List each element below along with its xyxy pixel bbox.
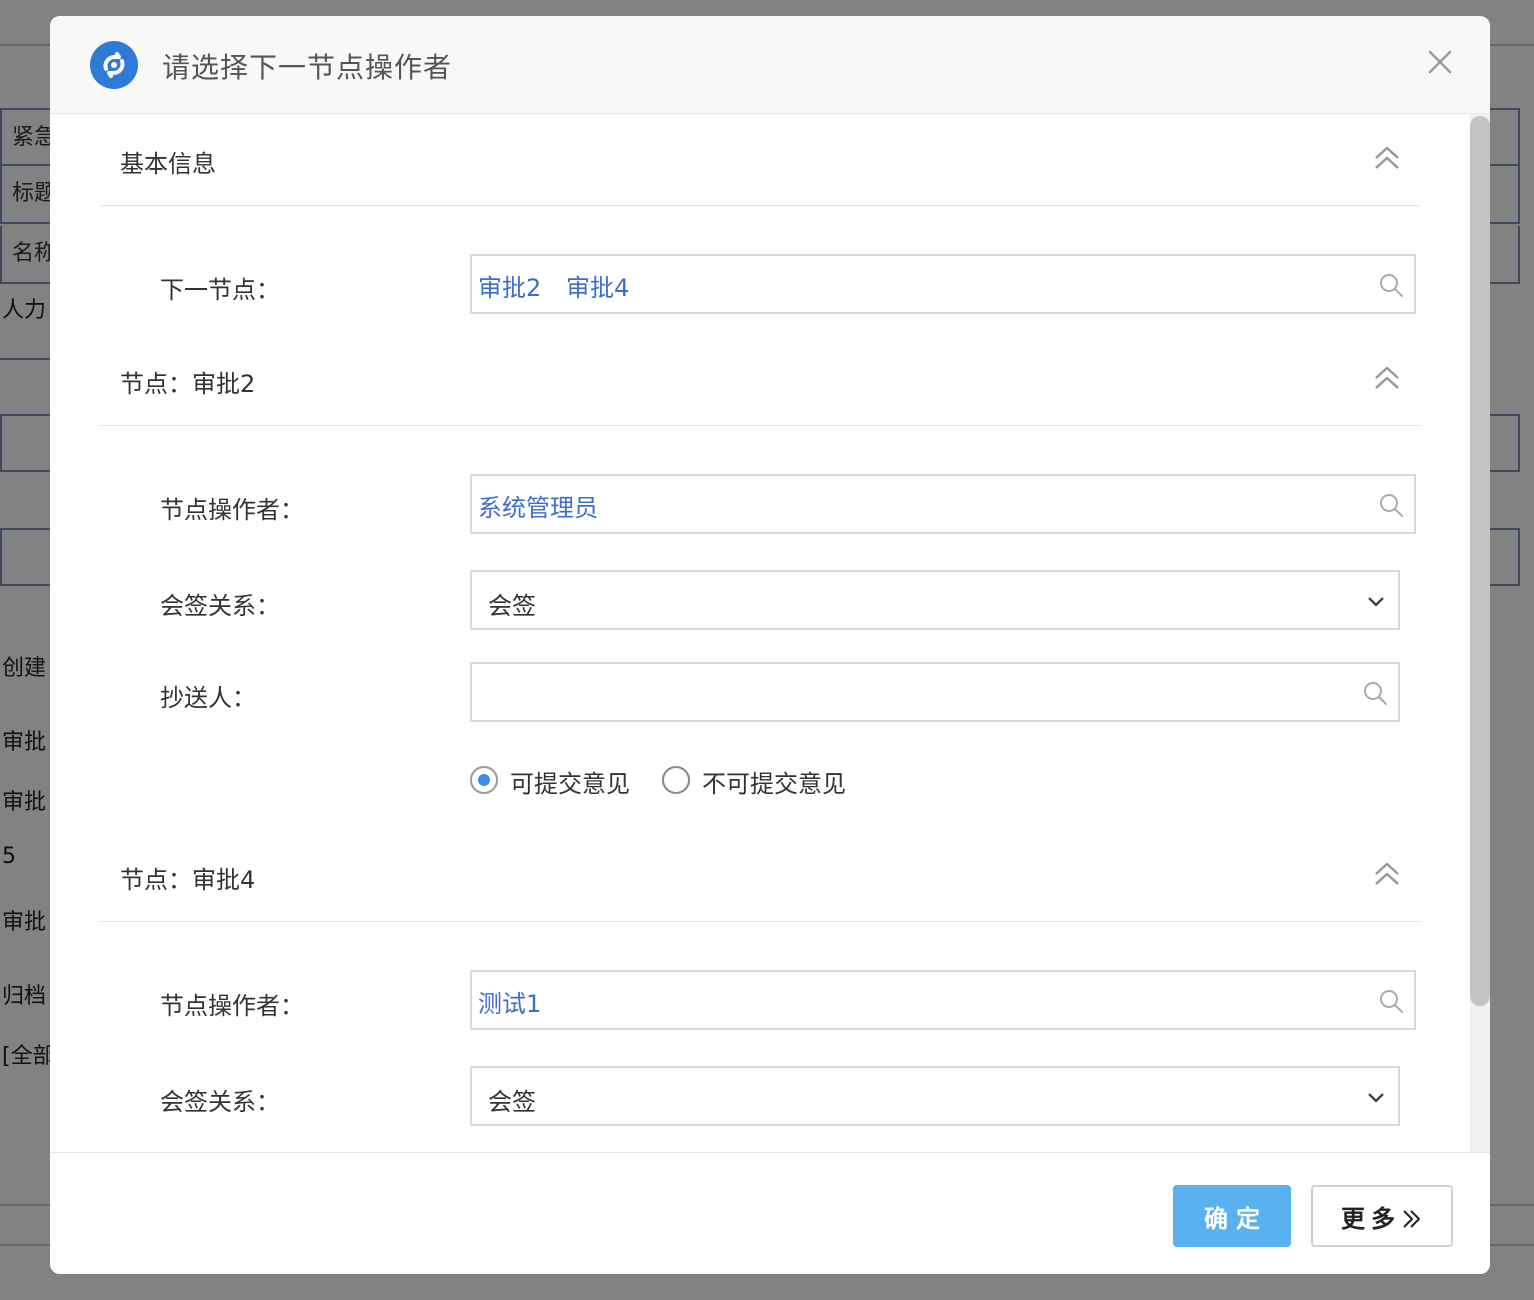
double-chevron-up-icon[interactable] (1372, 858, 1402, 888)
double-chevron-up-icon[interactable] (1372, 142, 1402, 172)
operator-label: 节点操作者： (160, 992, 304, 1020)
operator-field[interactable]: 系统管理员 (470, 474, 1416, 534)
search-icon[interactable] (1362, 680, 1388, 706)
chevron-down-icon (1368, 1093, 1384, 1103)
radio-label[interactable]: 可提交意见 (510, 764, 630, 799)
scrollbar-thumb[interactable] (1470, 116, 1490, 1006)
radio-cannot-comment[interactable] (662, 766, 690, 794)
section-title: 节点：审批2 (120, 370, 256, 398)
relation-select-value: 会签 (488, 592, 536, 620)
confirm-button[interactable]: 确定 (1173, 1185, 1291, 1247)
dialog-body[interactable]: 基本信息 下一节点： 审批2 审批4 节点：审批2 节点操作者： 系统管理员 会… (50, 114, 1470, 1152)
section-node2-header[interactable]: 节点：审批4 (100, 830, 1420, 922)
cc-field[interactable] (470, 662, 1400, 722)
search-icon[interactable] (1378, 272, 1404, 298)
operator-field[interactable]: 测试1 (470, 970, 1416, 1030)
cc-label: 抄送人： (160, 684, 256, 712)
chevron-down-icon (1368, 597, 1384, 607)
relation-label: 会签关系： (160, 592, 280, 620)
radio-label[interactable]: 不可提交意见 (702, 764, 846, 799)
dialog-header: 请选择下一节点操作者 (50, 16, 1490, 114)
search-icon[interactable] (1378, 492, 1404, 518)
more-button[interactable]: 更多 (1311, 1185, 1453, 1247)
operator-tag[interactable]: 系统管理员 (478, 488, 598, 523)
next-node-field[interactable]: 审批2 审批4 (470, 254, 1416, 314)
relation-label: 会签关系： (160, 1088, 280, 1116)
section-basic-header[interactable]: 基本信息 (100, 114, 1420, 206)
section-title: 节点：审批4 (120, 866, 256, 894)
radio-can-comment[interactable] (470, 766, 498, 794)
relation-select-value: 会签 (488, 1088, 536, 1116)
operator-label: 节点操作者： (160, 496, 304, 524)
relation-select[interactable]: 会签 (470, 570, 1400, 630)
next-node-tag[interactable]: 审批2 (478, 268, 541, 303)
more-button-label: 更多 (1341, 1204, 1401, 1233)
double-chevron-right-icon (1403, 1209, 1420, 1228)
double-chevron-up-icon[interactable] (1372, 362, 1402, 392)
dialog-footer: 确定 更多 (50, 1152, 1490, 1274)
close-icon (1428, 50, 1452, 74)
section-node1-header[interactable]: 节点：审批2 (100, 334, 1420, 426)
relation-select[interactable]: 会签 (470, 1066, 1400, 1126)
select-operator-dialog: 请选择下一节点操作者 基本信息 下一节点： 审批2 审批4 节点：审批2 节点操… (50, 16, 1490, 1274)
operator-tag[interactable]: 测试1 (478, 984, 541, 1019)
next-node-label: 下一节点： (160, 276, 280, 304)
dialog-title: 请选择下一节点操作者 (162, 51, 453, 84)
section-title: 基本信息 (120, 150, 216, 178)
app-logo-icon (90, 41, 138, 89)
close-button[interactable] (1424, 46, 1456, 78)
search-icon[interactable] (1378, 988, 1404, 1014)
next-node-tag[interactable]: 审批4 (566, 268, 629, 303)
